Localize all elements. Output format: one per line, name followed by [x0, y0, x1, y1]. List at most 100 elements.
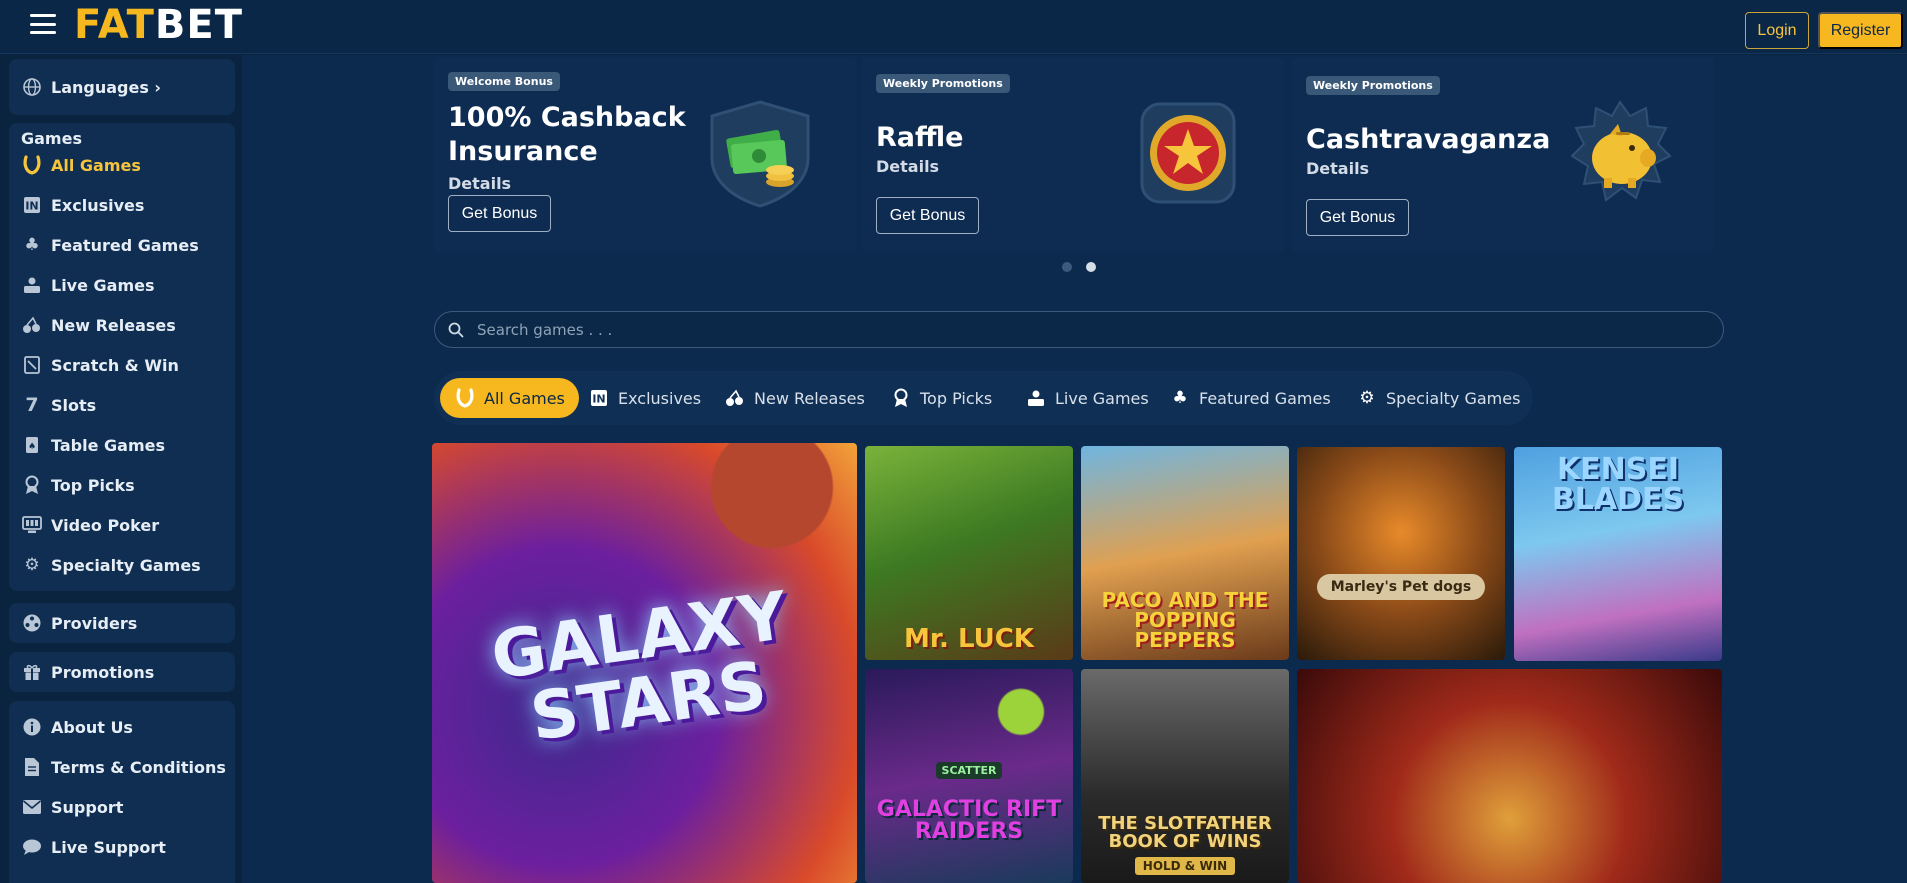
gear-icon: ⚙ [1359, 388, 1375, 408]
svg-text:IN: IN [25, 200, 38, 213]
sidebar-item-label: New Releases [51, 315, 176, 335]
game-tile-kensei-blades[interactable]: KENSEI BLADES [1514, 447, 1722, 661]
promo-tag: Welcome Bonus [448, 72, 560, 91]
providers-icon [21, 612, 43, 634]
promo-tag: Weekly Promotions [1306, 76, 1440, 95]
tab-label: Top Picks [920, 388, 993, 408]
hamburger-menu-icon[interactable] [30, 14, 56, 34]
game-tile-paco-popping-peppers[interactable]: PACO AND THE POPPING PEPPERS [1081, 446, 1289, 660]
sidebar-item-specialty-games[interactable]: ⚙ Specialty Games [21, 551, 201, 579]
game-tile-galaxy-stars[interactable]: GALAXY STARS [432, 443, 857, 883]
promo-card-cashtravaganza[interactable]: Weekly Promotions Cashtravaganza Details… [1292, 58, 1714, 252]
chat-icon [21, 836, 43, 858]
promo-card-cashback[interactable]: Welcome Bonus 100% Cashback Insurance De… [434, 58, 856, 252]
sidebar-item-label: Slots [51, 395, 97, 415]
sidebar-item-live-support[interactable]: Live Support [21, 833, 166, 861]
tab-new-releases[interactable]: New Releases [724, 378, 865, 418]
clover-icon: ♣ [24, 235, 40, 255]
search-input[interactable] [477, 320, 1723, 339]
sidebar-item-label: Providers [51, 613, 138, 633]
sidebar-item-video-poker[interactable]: Video Poker [21, 511, 159, 539]
hold-win-badge: HOLD & WIN [1134, 857, 1236, 875]
tab-top-picks[interactable]: Top Picks [890, 378, 992, 418]
games-menu: Games All Games IN Exclusives ♣ Featured… [9, 123, 235, 591]
main-content: Welcome Bonus 100% Cashback Insurance De… [242, 55, 1907, 883]
languages-toggle[interactable]: Languages › [21, 73, 161, 101]
sidebar-item-support[interactable]: Support [21, 793, 123, 821]
svg-text:IN: IN [592, 393, 605, 406]
svg-text:♠: ♠ [28, 442, 36, 452]
providers-box: Providers [9, 603, 235, 643]
sidebar-item-table-games[interactable]: ♠ Table Games [21, 431, 165, 459]
sidebar-item-label: Video Poker [51, 515, 160, 535]
cash-shield-icon [706, 98, 814, 208]
game-tile-mr-luck[interactable]: Mr. LUCK [865, 446, 1073, 660]
sidebar-item-label: Promotions [51, 662, 155, 682]
sidebar-item-all-games[interactable]: All Games [21, 151, 141, 179]
tab-all-games[interactable]: All Games [440, 378, 579, 418]
sidebar-item-exclusives[interactable]: IN Exclusives [21, 191, 144, 219]
sidebar-item-about-us[interactable]: About Us [21, 713, 133, 741]
sidebar-item-label: Terms & Conditions [51, 757, 226, 777]
sidebar-item-promotions[interactable]: Promotions [21, 658, 154, 686]
document-icon [21, 756, 43, 778]
fatbet-logo[interactable]: FATBET [74, 2, 243, 48]
game-tile-marleys-pet-dogs[interactable]: Marley's Pet dogs [1297, 447, 1505, 660]
promo-details-link[interactable]: Details [876, 157, 939, 176]
sidebar-item-featured-games[interactable]: ♣ Featured Games [21, 231, 199, 259]
sidebar-item-live-games[interactable]: Live Games [21, 271, 155, 299]
globe-icon [21, 76, 43, 98]
tab-exclusives[interactable]: IN Exclusives [588, 378, 701, 418]
gear-icon: ⚙ [24, 555, 40, 575]
languages-label: Languages › [51, 77, 162, 97]
register-button[interactable]: Register [1818, 12, 1903, 49]
sidebar-item-scratch-win[interactable]: Scratch & Win [21, 351, 179, 379]
game-tile-fortune-god[interactable] [1297, 669, 1722, 883]
game-tile-slotfather-book-of-wins[interactable]: THE SLOTFATHER BOOK OF WINS HOLD & WIN [1081, 669, 1289, 883]
piggy-bank-icon [1566, 98, 1674, 208]
tab-specialty-games[interactable]: ⚙ Specialty Games [1356, 378, 1520, 418]
sidebar-item-label: Scratch & Win [51, 355, 179, 375]
tab-live-games[interactable]: Live Games [1025, 378, 1149, 418]
promo-details-link[interactable]: Details [1306, 159, 1369, 178]
star-coin-icon [1134, 98, 1242, 208]
carousel-dot[interactable] [1062, 262, 1072, 272]
sidebar-item-providers[interactable]: Providers [21, 609, 137, 637]
promo-card-raffle[interactable]: Weekly Promotions Raffle Details Get Bon… [862, 58, 1284, 252]
login-button[interactable]: Login [1745, 12, 1809, 49]
sidebar-item-label: Live Support [51, 837, 166, 857]
tab-featured-games[interactable]: ♣ Featured Games [1169, 378, 1331, 418]
sidebar-item-top-picks[interactable]: Top Picks [21, 471, 135, 499]
tab-label: All Games [484, 388, 565, 408]
tab-label: Exclusives [618, 388, 702, 408]
sidebar-item-label: Featured Games [51, 235, 199, 255]
info-icon [21, 716, 43, 738]
get-bonus-button[interactable]: Get Bonus [1306, 199, 1409, 236]
languages-box: Languages › [9, 59, 235, 115]
sidebar-item-slots[interactable]: 7 Slots [21, 391, 96, 419]
scatter-badge: SCATTER [935, 762, 1003, 779]
sidebar-item-label: Top Picks [51, 475, 135, 495]
live-dealer-icon [21, 274, 43, 296]
promo-details-link[interactable]: Details [448, 174, 511, 193]
carousel-dot-active[interactable] [1086, 262, 1096, 272]
games-heading: Games [21, 129, 82, 148]
search-bar [434, 311, 1724, 348]
get-bonus-button[interactable]: Get Bonus [876, 197, 979, 234]
info-menu: About Us Terms & Conditions Support Live… [9, 701, 235, 883]
sidebar-item-label: Table Games [51, 435, 165, 455]
search-icon [435, 322, 477, 338]
sidebar-item-label: Specialty Games [51, 555, 201, 575]
mail-icon [21, 796, 43, 818]
tab-label: Featured Games [1199, 388, 1331, 408]
horseshoe-icon [454, 387, 476, 409]
game-tile-galactic-rift-raiders[interactable]: SCATTER GALACTIC RIFT RAIDERS [865, 669, 1073, 883]
sidebar-item-label: Live Games [51, 275, 155, 295]
gift-icon [21, 661, 43, 683]
exclusive-icon: IN [588, 387, 610, 409]
sidebar-item-new-releases[interactable]: New Releases [21, 311, 176, 339]
sidebar-item-terms[interactable]: Terms & Conditions [21, 753, 226, 781]
promo-title: Raffle [876, 122, 964, 153]
promotions-box: Promotions [9, 652, 235, 692]
get-bonus-button[interactable]: Get Bonus [448, 195, 551, 232]
